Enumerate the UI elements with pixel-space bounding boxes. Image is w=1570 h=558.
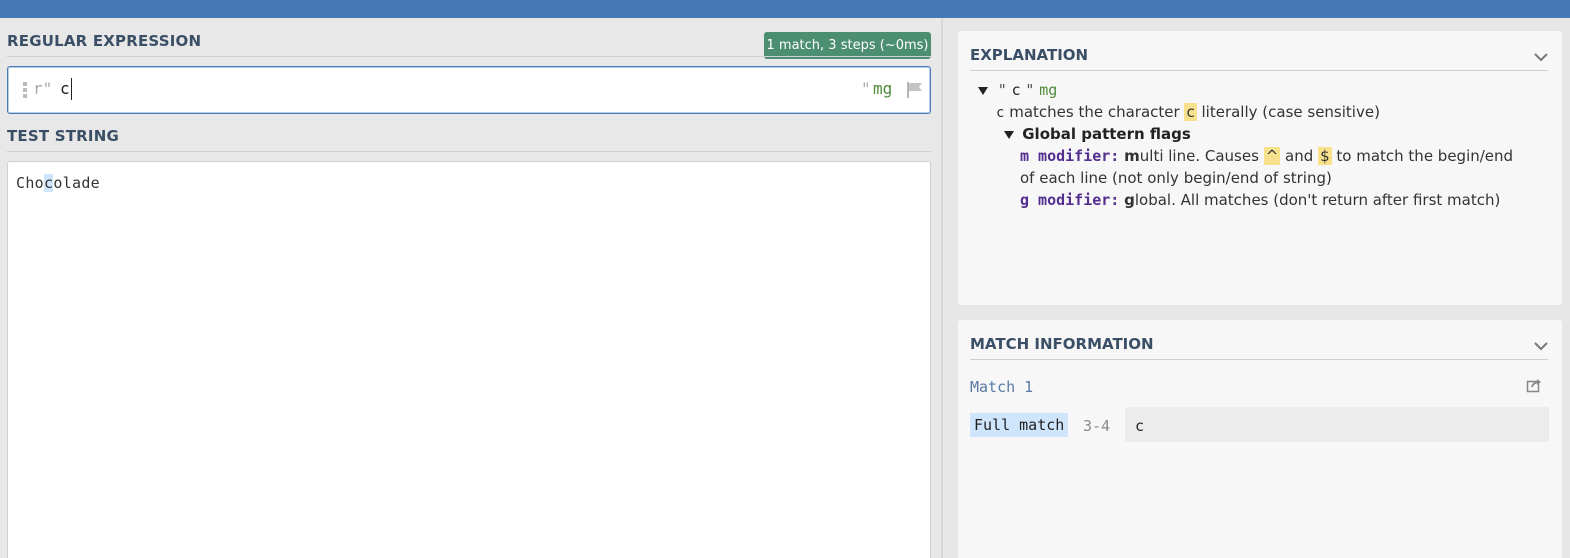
token-char-highlight: c: [1184, 103, 1197, 121]
regex-delimiter-close: ": [861, 79, 871, 98]
editor-pane: REGULAR EXPRESSION 1 match, 3 steps (~0m…: [0, 18, 941, 558]
match-value[interactable]: c: [1125, 407, 1549, 442]
test-string-text[interactable]: Chocolade: [16, 174, 100, 192]
match-status-badge: 1 match, 3 steps (~0ms): [764, 32, 931, 59]
chevron-down-icon[interactable]: [1533, 340, 1549, 352]
explanation-rule: [970, 70, 1548, 71]
g-modifier-explanation: g modifier: global. All matches (don't r…: [1020, 191, 1501, 209]
match-information-rule: [970, 359, 1548, 360]
test-title-rule: [7, 151, 931, 152]
match-information-card: MATCH INFORMATION Match 1 Full match 3-4…: [958, 320, 1562, 558]
match-information-title: MATCH INFORMATION: [970, 335, 1154, 353]
match-1-label: Match 1: [970, 378, 1034, 396]
regex-section-title: REGULAR EXPRESSION: [7, 32, 202, 50]
m-modifier-explanation: m modifier: multi line. Causes ^ and $ t…: [1020, 147, 1514, 165]
collapse-triangle-icon[interactable]: [1004, 130, 1014, 139]
test-string-input[interactable]: Chocolade: [7, 161, 931, 558]
regex-delimiter-open: r": [33, 79, 53, 98]
regex-title-rule: [7, 56, 931, 57]
test-string-title: TEST STRING: [7, 127, 119, 145]
top-bar: [0, 0, 1570, 18]
explanation-token-line: c matches the character c literally (cas…: [996, 103, 1380, 121]
test-text-before: Cho: [16, 174, 44, 192]
regex-pattern-text[interactable]: c: [60, 79, 70, 98]
explanation-title: EXPLANATION: [970, 46, 1089, 64]
test-text-after: olade: [53, 174, 100, 192]
flag-icon[interactable]: [905, 81, 925, 99]
full-match-label: Full match: [970, 413, 1069, 437]
test-text-match-highlight: c: [44, 174, 54, 192]
match-range: 3-4: [1083, 417, 1111, 435]
drag-handle-icon[interactable]: [23, 82, 28, 98]
regex-input[interactable]: r" c " mg: [7, 66, 931, 114]
collapse-triangle-icon[interactable]: [978, 86, 988, 95]
share-icon[interactable]: [1526, 377, 1542, 393]
explanation-card: EXPLANATION " c " mg c matches the chara…: [958, 31, 1562, 305]
sidebar-pane: EXPLANATION " c " mg c matches the chara…: [943, 18, 1570, 558]
chevron-down-icon[interactable]: [1533, 51, 1549, 63]
regex-flags[interactable]: mg: [873, 79, 892, 98]
explanation-root[interactable]: " c " mg: [978, 81, 1057, 99]
text-cursor: [71, 78, 72, 100]
m-modifier-explanation-line2: of each line (not only begin/end of stri…: [1020, 169, 1332, 187]
flags-heading[interactable]: Global pattern flags: [1004, 125, 1191, 143]
